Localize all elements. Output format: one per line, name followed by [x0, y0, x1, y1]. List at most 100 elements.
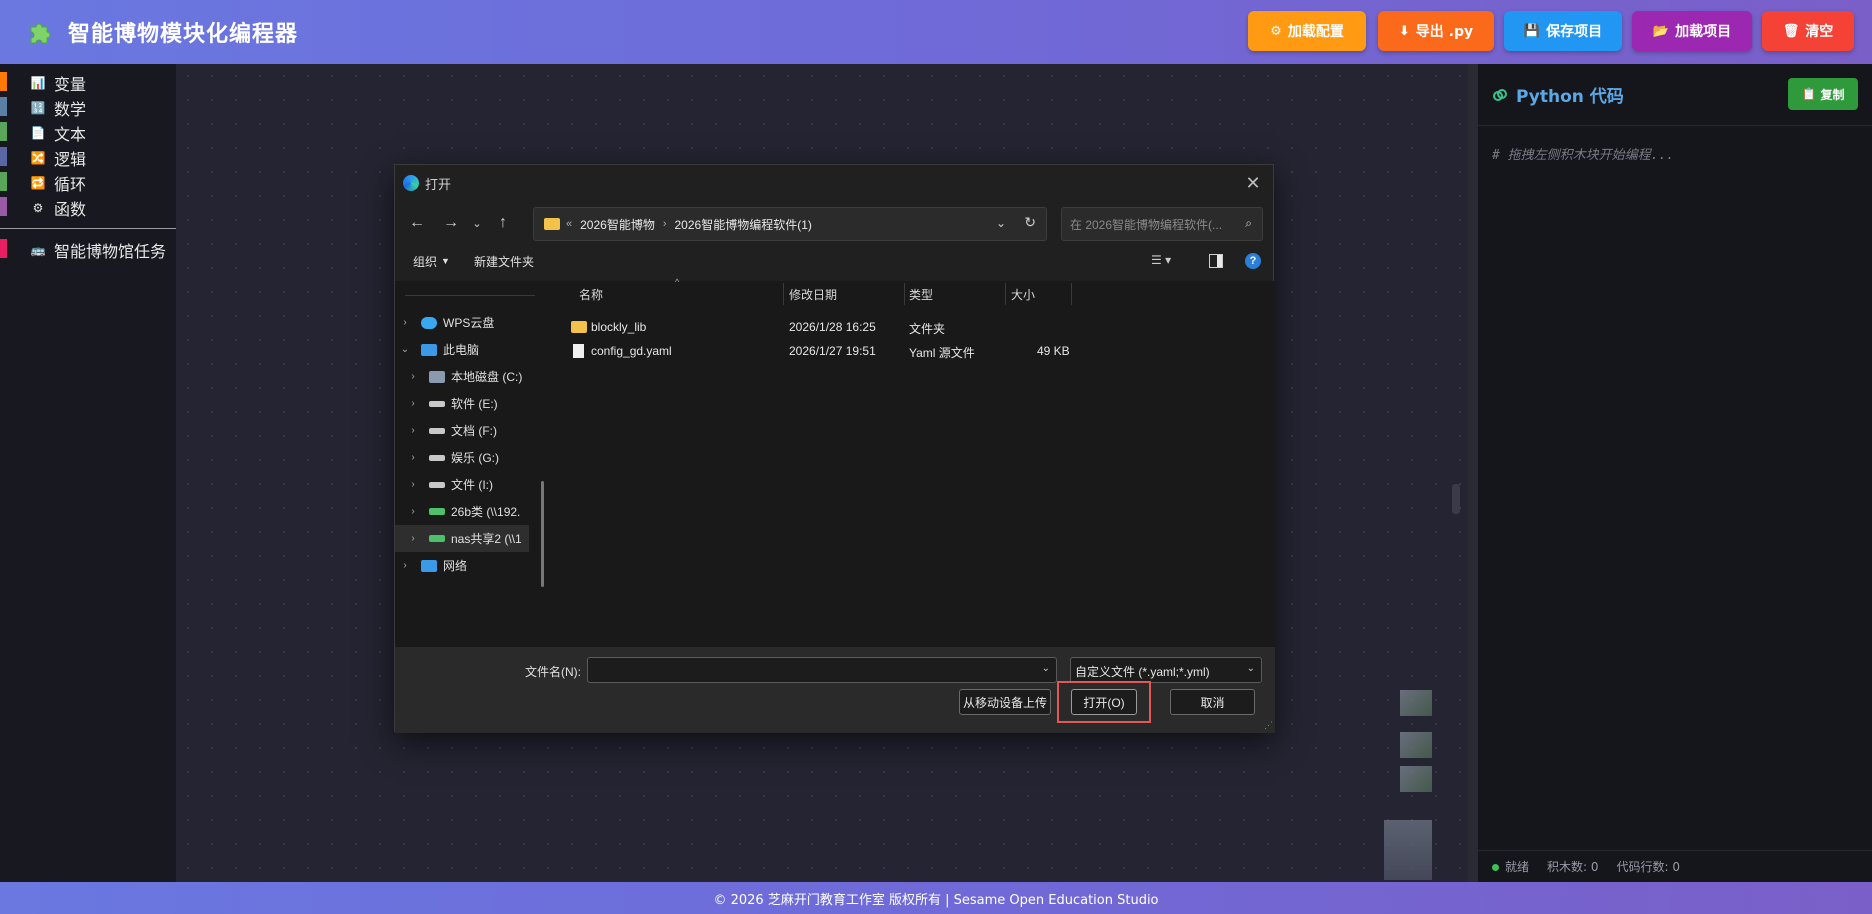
chevron-right-icon[interactable]: ›	[407, 371, 419, 382]
nav-item-network-drive-nas[interactable]: › nas共享2 (\\1	[395, 525, 529, 552]
chevron-down-icon[interactable]: ⌄	[996, 216, 1006, 230]
open-button[interactable]: 打开(O)	[1071, 689, 1137, 715]
drive-icon	[429, 454, 445, 461]
chevron-down-icon[interactable]: ⌄	[1042, 663, 1050, 674]
recent-chevron-down-icon[interactable]: ⌄	[465, 211, 489, 235]
resize-grip-icon[interactable]: ⋰	[1264, 720, 1273, 731]
nav-item-drive-g[interactable]: › 娱乐 (G:)	[395, 444, 535, 471]
drive-icon	[429, 481, 445, 488]
breadcrumb-item[interactable]: 2026智能博物	[580, 216, 655, 233]
up-arrow-icon[interactable]: ↑	[491, 211, 515, 235]
category-museum-tasks[interactable]: 🚌 智能博物馆任务	[0, 237, 176, 262]
nav-item-network-drive-26b[interactable]: › 26b类 (\\192.	[395, 498, 535, 525]
close-icon[interactable]: ✕	[1241, 171, 1265, 195]
zoom-reset-icon[interactable]	[1400, 690, 1432, 716]
zoom-in-icon[interactable]	[1400, 732, 1432, 758]
copy-code-button[interactable]: 📋 复制	[1788, 78, 1858, 110]
nav-item-this-pc[interactable]: ⌄ 此电脑	[395, 336, 535, 363]
bar-chart-icon: 📊	[30, 75, 46, 90]
workspace-scrollbar[interactable]	[1452, 484, 1460, 514]
filetype-select[interactable]: 自定义文件 (*.yaml;*.yml) ⌄	[1070, 657, 1262, 683]
save-project-button[interactable]: 💾 保存项目	[1504, 11, 1622, 51]
view-options-icon[interactable]: ☰ ▾	[1151, 253, 1181, 271]
nav-item-wps[interactable]: › WPS云盘	[395, 309, 535, 336]
breadcrumb-overflow[interactable]: «	[566, 218, 572, 230]
nav-item-label: 娱乐 (G:)	[451, 451, 499, 465]
chevron-right-icon[interactable]: ›	[407, 533, 419, 544]
yaml-file-icon	[573, 344, 584, 358]
nav-pane-scrollbar[interactable]	[541, 481, 544, 587]
help-icon[interactable]: ?	[1245, 253, 1261, 269]
file-date: 2026/1/28 16:25	[789, 320, 876, 334]
organize-button[interactable]: 组织 ▼	[413, 253, 450, 270]
load-config-label: 加载配置	[1287, 24, 1344, 40]
category-loops[interactable]: 🔁 循环	[0, 170, 176, 195]
back-arrow-icon[interactable]: ←	[405, 211, 429, 235]
file-row[interactable]: config_gd.yaml 2026/1/27 19:51 Yaml 源文件 …	[555, 339, 1275, 363]
address-bar[interactable]: « 2026智能博物 › 2026智能博物编程软件(1) ⌄ ↻	[533, 207, 1047, 241]
code-status-bar: 就绪 积木数: 0 代码行数: 0	[1478, 850, 1872, 882]
column-divider[interactable]	[1005, 283, 1006, 305]
zoom-out-icon[interactable]	[1400, 766, 1432, 792]
code-output[interactable]: # 拖拽左侧积木块开始编程...	[1492, 144, 1872, 163]
cancel-button[interactable]: 取消	[1170, 689, 1255, 715]
drive-icon	[429, 400, 445, 407]
file-row[interactable]: blockly_lib 2026/1/28 16:25 文件夹	[555, 315, 1275, 339]
upload-from-device-button[interactable]: 从移动设备上传	[959, 689, 1051, 715]
search-icon: ⌕	[1245, 216, 1252, 230]
nav-item-label: 此电脑	[443, 343, 480, 357]
status-ready: 就绪	[1492, 858, 1529, 875]
chevron-right-icon[interactable]: ›	[399, 317, 411, 328]
column-header-type[interactable]: 类型	[909, 281, 933, 307]
filename-input[interactable]: ⌄	[587, 657, 1057, 683]
nav-item-drive-e[interactable]: › 软件 (E:)	[395, 390, 535, 417]
chevron-right-icon[interactable]: ›	[407, 506, 419, 517]
refresh-icon[interactable]: ↻	[1024, 214, 1036, 231]
column-header-size[interactable]: 大小	[1011, 281, 1035, 307]
save-project-label: 保存项目	[1546, 24, 1603, 40]
category-math[interactable]: 🔢 数学	[0, 95, 176, 120]
preview-pane-icon[interactable]	[1209, 254, 1223, 268]
caret-down-icon: ▼	[441, 256, 450, 266]
chevron-down-icon: ⌄	[1246, 663, 1255, 674]
nav-item-drive-c[interactable]: › 本地磁盘 (C:)	[395, 363, 535, 390]
clear-button[interactable]: 🗑 清空	[1762, 11, 1854, 51]
column-divider[interactable]	[904, 283, 905, 305]
chevron-right-icon[interactable]: ›	[407, 452, 419, 463]
forward-arrow-icon[interactable]: →	[439, 211, 463, 235]
category-logic[interactable]: 🔀 逻辑	[0, 145, 176, 170]
search-box[interactable]: 在 2026智能博物编程软件(... ⌕	[1061, 207, 1263, 241]
chevron-right-icon[interactable]: ›	[407, 425, 419, 436]
export-py-button[interactable]: ⬇ 导出 .py	[1378, 11, 1494, 51]
nav-item-drive-f[interactable]: › 文档 (F:)	[395, 417, 535, 444]
computer-icon	[421, 343, 437, 356]
new-folder-button[interactable]: 新建文件夹	[474, 253, 534, 270]
column-header-name[interactable]: 名称	[579, 281, 603, 307]
column-divider[interactable]	[783, 283, 784, 305]
bus-icon: 🚌	[30, 242, 46, 257]
load-config-button[interactable]: ⚙ 加载配置	[1248, 11, 1366, 51]
chevron-down-icon[interactable]: ⌄	[399, 344, 411, 355]
file-type: Yaml 源文件	[909, 346, 975, 360]
category-label: 变量	[54, 74, 87, 94]
toolbox-divider	[0, 228, 176, 229]
column-header-date[interactable]: 修改日期	[789, 281, 837, 307]
nav-item-network[interactable]: › 网络	[395, 552, 535, 579]
nav-item-drive-i[interactable]: › 文件 (I:)	[395, 471, 535, 498]
dialog-title: 打开	[425, 176, 452, 192]
chevron-right-icon[interactable]: ›	[407, 398, 419, 409]
file-date: 2026/1/27 19:51	[789, 344, 876, 358]
cloud-icon	[421, 316, 437, 329]
category-color-bar	[0, 197, 7, 216]
category-color-bar	[0, 97, 7, 116]
chevron-right-icon[interactable]: ›	[399, 560, 411, 571]
breadcrumb-item[interactable]: 2026智能博物编程软件(1)	[675, 216, 812, 233]
dialog-titlebar: 打开	[403, 171, 451, 195]
chevron-right-icon[interactable]: ›	[407, 479, 419, 490]
column-divider[interactable]	[1071, 283, 1072, 305]
category-functions[interactable]: ⚙ 函数	[0, 195, 176, 220]
category-variables[interactable]: 📊 变量	[0, 70, 176, 95]
workspace-trash-icon[interactable]	[1384, 820, 1432, 880]
load-project-button[interactable]: 📂 加载项目	[1632, 11, 1752, 51]
category-text[interactable]: 📄 文本	[0, 120, 176, 145]
